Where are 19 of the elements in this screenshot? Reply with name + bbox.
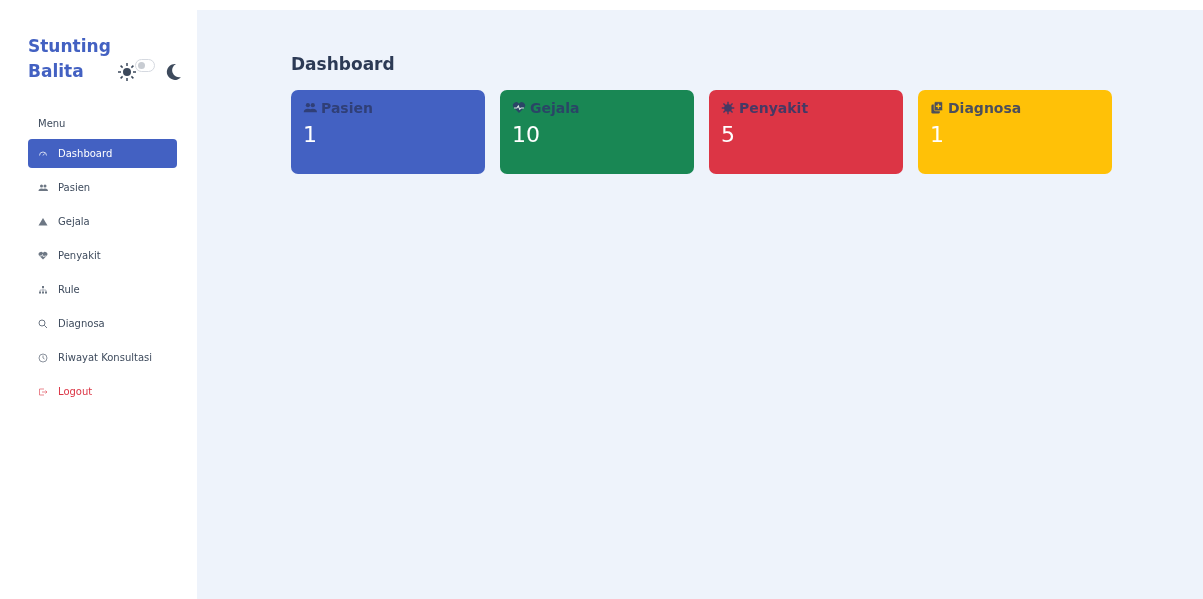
nav-item[interactable]: Logout — [28, 377, 177, 406]
nav-item[interactable]: Riwayat Konsultasi — [28, 343, 177, 372]
page-title: Dashboard — [291, 54, 396, 74]
card-label: Diagnosa — [948, 100, 1022, 116]
card-value: 1 — [930, 122, 945, 147]
nav-item[interactable]: Penyakit — [28, 241, 177, 270]
card-label: Penyakit — [739, 100, 809, 116]
app-title: Stunting Balita — [28, 35, 111, 83]
card-label: Pasien — [321, 100, 373, 116]
nav-item[interactable]: Diagnosa — [28, 309, 177, 338]
card-value: 10 — [512, 122, 541, 147]
nav-item[interactable]: Dashboard — [28, 139, 177, 168]
menu-heading: Menu — [37, 118, 67, 129]
card-value: 5 — [721, 122, 736, 147]
card-value: 1 — [303, 122, 318, 147]
card-label: Gejala — [530, 100, 580, 116]
nav-item[interactable]: Gejala — [28, 207, 177, 236]
nav-item[interactable]: Pasien — [28, 173, 177, 202]
nav-item[interactable]: Rule — [28, 275, 177, 304]
